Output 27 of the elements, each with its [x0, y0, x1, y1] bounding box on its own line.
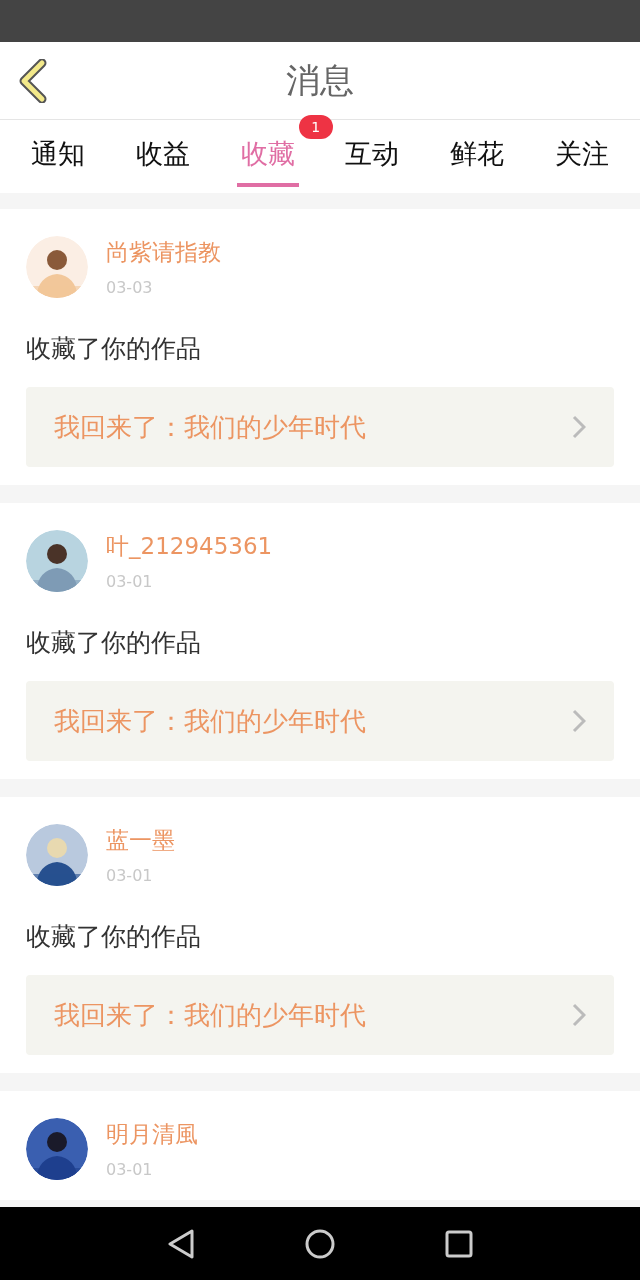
- tab[interactable]: 收益: [132, 126, 194, 187]
- count-badge: 1: [298, 114, 333, 139]
- back-nav-icon[interactable]: [167, 1228, 195, 1259]
- tab[interactable]: 关注: [550, 126, 613, 187]
- tab[interactable]: 收藏: [236, 126, 299, 187]
- tab[interactable]: 通知: [27, 126, 90, 187]
- user-name[interactable]: 明月清風: [106, 1117, 198, 1152]
- tab[interactable]: 鲜花: [445, 126, 508, 187]
- work-link[interactable]: 我回来了：我们的少年时代: [26, 975, 614, 1055]
- chevron-right-icon: [572, 415, 586, 439]
- page-title: 消息: [286, 59, 354, 102]
- user-name[interactable]: 叶_212945361: [106, 529, 273, 564]
- work-link[interactable]: 我回来了：我们的少年时代: [26, 387, 614, 467]
- user-name[interactable]: 尚紫请指教: [106, 235, 221, 270]
- tab[interactable]: 互动: [341, 126, 404, 187]
- work-title: 我回来了：我们的少年时代: [54, 410, 366, 444]
- message-text: 收藏了你的作品: [26, 920, 202, 953]
- message-text: 收藏了你的作品: [26, 626, 202, 659]
- work-title: 我回来了：我们的少年时代: [54, 998, 366, 1032]
- home-nav-icon[interactable]: [305, 1228, 335, 1259]
- user-name[interactable]: 蓝一墨: [106, 823, 175, 858]
- chevron-right-icon: [572, 1003, 586, 1027]
- work-link[interactable]: 我回来了：我们的少年时代: [26, 681, 614, 761]
- chevron-right-icon: [572, 709, 586, 733]
- recents-nav-icon[interactable]: [445, 1229, 473, 1258]
- work-title: 我回来了：我们的少年时代: [54, 704, 366, 738]
- message-text: 收藏了你的作品: [26, 332, 202, 365]
